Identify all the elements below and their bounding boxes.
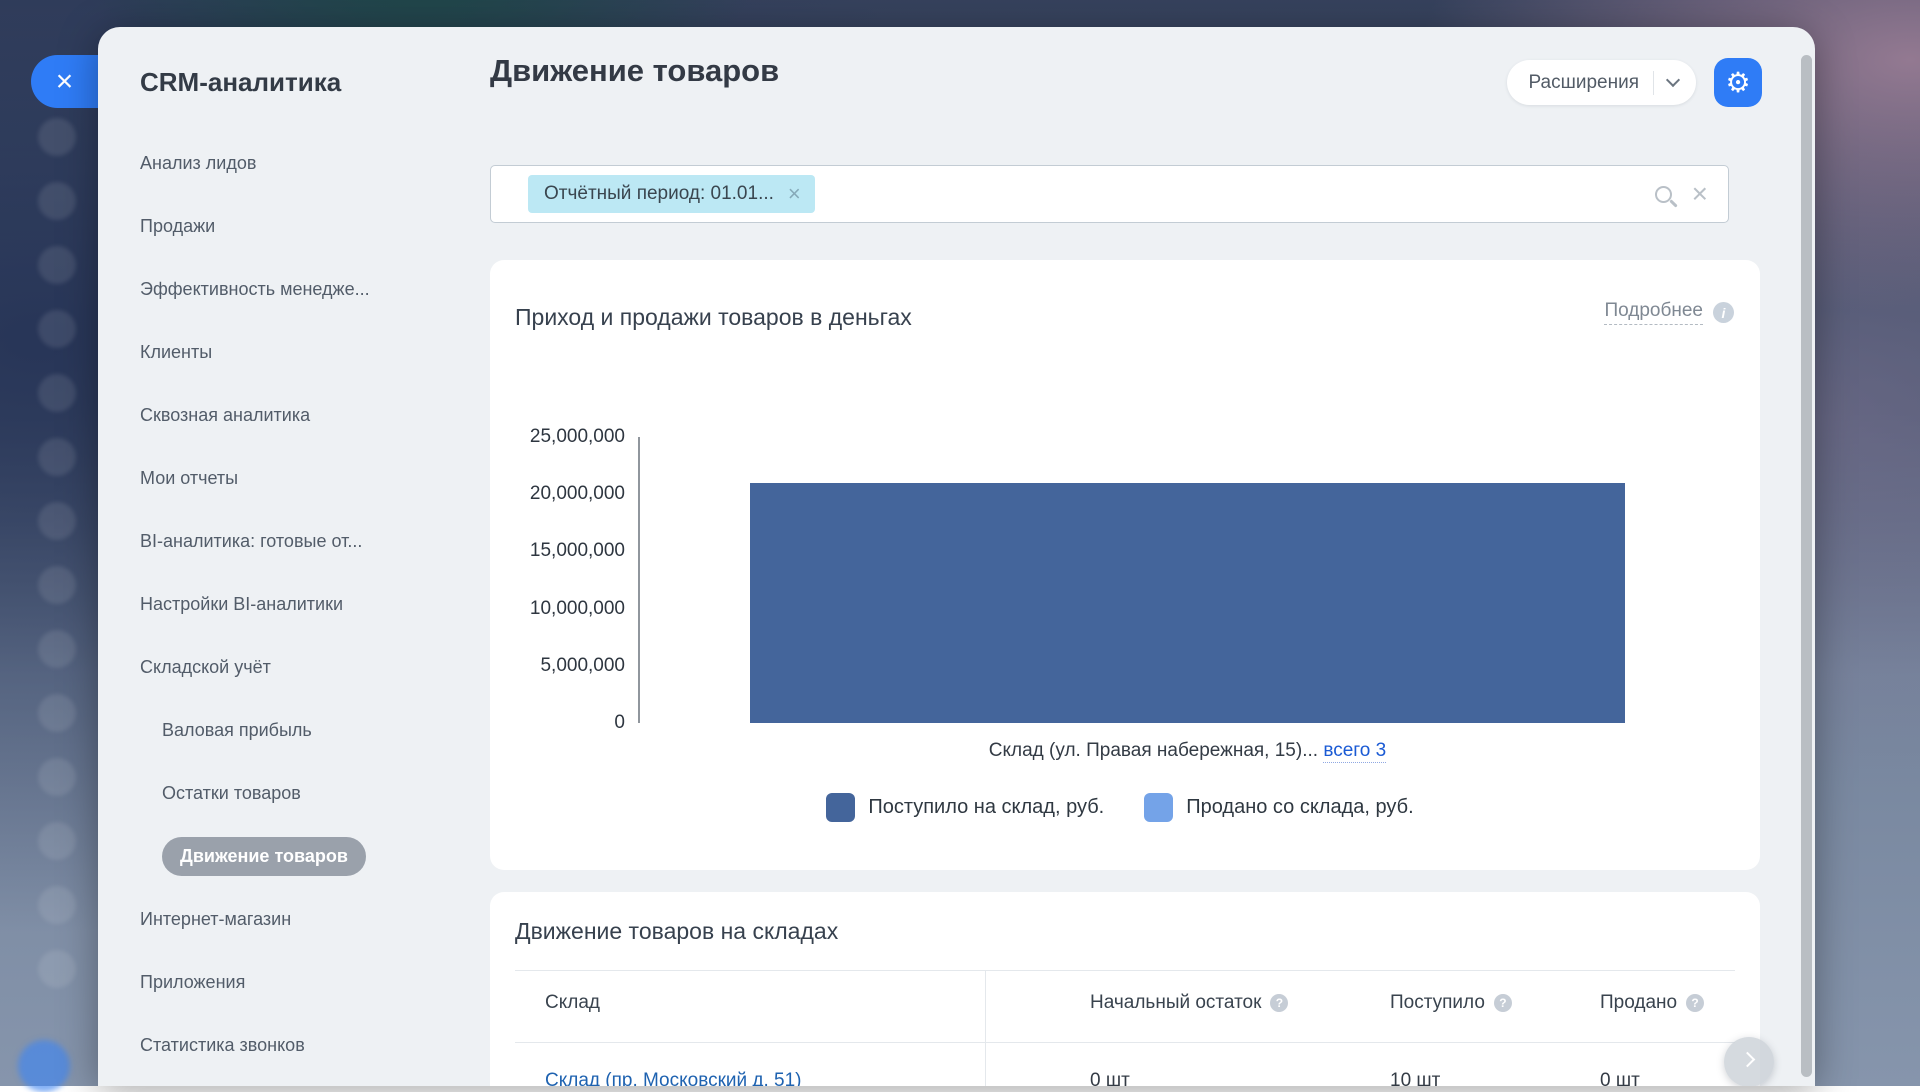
details-link[interactable]: Подробнее xyxy=(1604,300,1703,325)
sidebar-item-warehouse-accounting[interactable]: Складской учёт xyxy=(140,636,490,699)
filter-search-bar[interactable]: Отчётный период: 01.01... × × xyxy=(490,165,1729,223)
header-controls: Расширения ⚙ xyxy=(1507,58,1763,107)
table-cell-initial: 0 шт xyxy=(1090,1070,1130,1086)
sidebar-item-end-to-end-analytics[interactable]: Сквозная аналитика xyxy=(140,384,490,447)
sidebar-item-gross-profit[interactable]: Валовая прибыль xyxy=(162,699,490,762)
legend-swatch-sold xyxy=(1144,793,1173,822)
sidebar-item-my-reports[interactable]: Мои отчеты xyxy=(140,447,490,510)
sidebar-item-sales[interactable]: Продажи xyxy=(140,195,490,258)
table-column-divider xyxy=(985,970,986,1086)
y-axis-tick: 5,000,000 xyxy=(505,655,625,677)
table-title: Движение товаров на складах xyxy=(515,918,838,945)
legend-label-sold: Продано со склада, руб. xyxy=(1186,796,1413,819)
active-item-pill: Движение товаров xyxy=(162,837,366,876)
sidebar-item-online-store[interactable]: Интернет-магазин xyxy=(140,888,490,951)
filter-chip-report-period[interactable]: Отчётный период: 01.01... × xyxy=(528,175,815,213)
x-axis-label: Склад (ул. Правая набережная, 15)... все… xyxy=(750,740,1625,762)
column-header-received: Поступило ? xyxy=(1390,992,1512,1014)
y-axis-tick: 10,000,000 xyxy=(505,598,625,620)
table-row-warehouse-link[interactable]: Склад (пр. Московский д. 51) xyxy=(545,1070,802,1086)
sidebar-item-call-statistics[interactable]: Статистика звонков xyxy=(140,1014,490,1077)
column-header-warehouse: Склад xyxy=(545,992,600,1014)
page-title: Движение товаров xyxy=(490,53,779,89)
help-icon[interactable]: ? xyxy=(1270,994,1288,1012)
chart-legend: Поступило на склад, руб. Продано со скла… xyxy=(640,793,1600,822)
y-axis-tick: 0 xyxy=(505,712,625,734)
search-icon[interactable] xyxy=(1655,186,1672,203)
table-header-bottom-divider xyxy=(515,1042,1735,1043)
gear-icon: ⚙ xyxy=(1725,69,1750,97)
help-icon[interactable]: ? xyxy=(1494,994,1512,1012)
y-axis-tick: 25,000,000 xyxy=(505,426,625,448)
sidebar-item-lead-analysis[interactable]: Анализ лидов xyxy=(140,132,490,195)
sidebar: CRM-аналитика Анализ лидов Продажи Эффек… xyxy=(98,27,490,1086)
button-divider xyxy=(1653,71,1654,95)
column-header-initial: Начальный остаток ? xyxy=(1090,992,1288,1014)
extensions-button-label: Расширения xyxy=(1529,72,1640,94)
help-icon[interactable]: ? xyxy=(1686,994,1704,1012)
clear-filter-icon[interactable]: × xyxy=(1692,180,1708,208)
chart-card: Приход и продажи товаров в деньгах Подро… xyxy=(490,260,1760,870)
scroll-right-button[interactable] xyxy=(1724,1037,1774,1086)
filter-bar-icons: × xyxy=(1655,180,1708,208)
total-categories-link[interactable]: всего 3 xyxy=(1323,740,1386,763)
chart-details-row: Подробнее i xyxy=(1604,300,1734,325)
legend-swatch-received xyxy=(826,793,855,822)
legend-item-received[interactable]: Поступило на склад, руб. xyxy=(826,793,1104,822)
column-header-sold: Продано ? xyxy=(1600,992,1704,1014)
table-cell-received: 10 шт xyxy=(1390,1070,1440,1086)
chip-remove-icon[interactable]: × xyxy=(788,183,801,205)
y-axis-tick: 15,000,000 xyxy=(505,540,625,562)
settings-button[interactable]: ⚙ xyxy=(1714,58,1762,107)
y-axis-tick: 20,000,000 xyxy=(505,483,625,505)
chart-title: Приход и продажи товаров в деньгах xyxy=(515,304,912,331)
slider-panel: CRM-аналитика Анализ лидов Продажи Эффек… xyxy=(98,27,1815,1086)
background-app-icons xyxy=(38,118,82,1014)
close-icon: × xyxy=(31,55,98,108)
sidebar-item-stock-remainders[interactable]: Остатки товаров xyxy=(162,762,490,825)
extensions-button[interactable]: Расширения xyxy=(1507,60,1697,105)
scrollbar-thumb[interactable] xyxy=(1801,55,1812,1077)
table-header-top-divider xyxy=(515,970,1735,971)
sidebar-item-manager-efficiency[interactable]: Эффективность менедже... xyxy=(140,258,490,321)
warehouse-table-card: Движение товаров на складах Склад Началь… xyxy=(490,892,1760,1086)
main-content: Движение товаров Расширения ⚙ Отчётный п… xyxy=(490,27,1760,1086)
x-axis-category: Склад (ул. Правая набережная, 15)... xyxy=(989,740,1318,761)
info-icon[interactable]: i xyxy=(1713,302,1734,323)
chevron-right-icon xyxy=(1740,1052,1756,1068)
legend-label-received: Поступило на склад, руб. xyxy=(868,796,1104,819)
bar-received[interactable] xyxy=(750,483,1625,723)
table-cell-sold: 0 шт xyxy=(1600,1070,1640,1086)
filter-chip-label: Отчётный период: 01.01... xyxy=(544,183,774,205)
sidebar-item-clients[interactable]: Клиенты xyxy=(140,321,490,384)
sidebar-item-bi-ready-reports[interactable]: BI-аналитика: готовые от... xyxy=(140,510,490,573)
legend-item-sold[interactable]: Продано со склада, руб. xyxy=(1144,793,1413,822)
sidebar-title: CRM-аналитика xyxy=(140,67,490,98)
panel-scrollbar[interactable] xyxy=(1797,27,1815,1086)
sidebar-item-apps[interactable]: Приложения xyxy=(140,951,490,1014)
background-avatar xyxy=(18,1040,70,1092)
sidebar-item-goods-movement[interactable]: Движение товаров xyxy=(162,825,490,888)
sidebar-item-bi-settings[interactable]: Настройки BI-аналитики xyxy=(140,573,490,636)
y-axis-line xyxy=(638,437,640,723)
chevron-down-icon xyxy=(1666,73,1680,87)
